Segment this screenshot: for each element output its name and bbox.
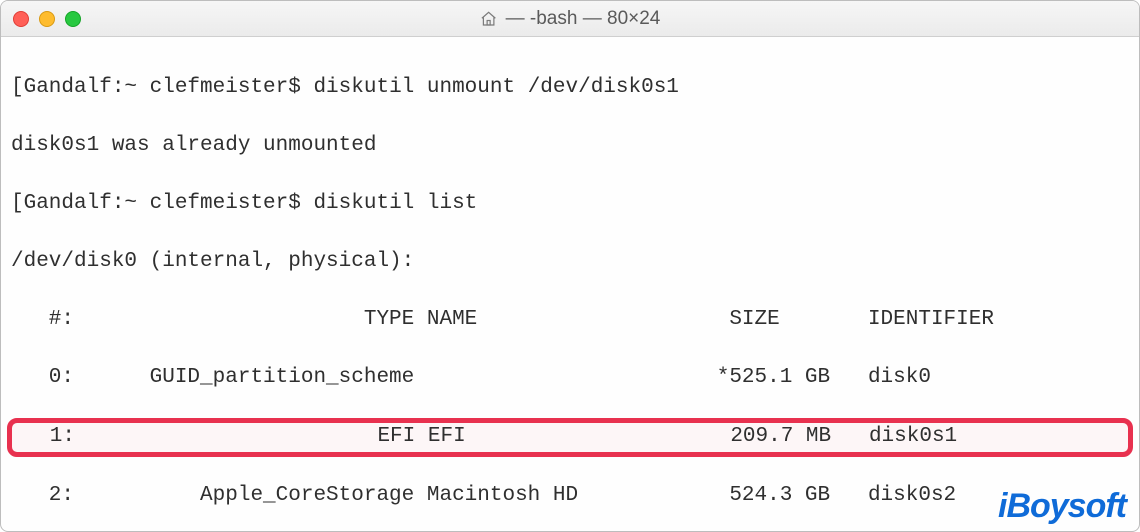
disk-header: /dev/disk0 (internal, physical): [11, 248, 1129, 277]
table-row: 2: Apple_CoreStorage Macintosh HD 524.3 … [11, 482, 1129, 511]
output-line: disk0s1 was already unmounted [11, 132, 1129, 161]
minimize-icon[interactable] [39, 11, 55, 27]
table-header: #: TYPE NAME SIZE IDENTIFIER [11, 306, 1129, 335]
table-row: 0: GUID_partition_scheme *525.1 GB disk0 [11, 364, 1129, 393]
command-text: diskutil unmount /dev/disk0s1 [313, 76, 678, 99]
window-title-text: — -bash — 80×24 [506, 8, 661, 30]
prompt-line: [Gandalf:~ clefmeister$ diskutil unmount… [11, 74, 1129, 103]
table-row: 1: EFI EFI 209.7 MB disk0s1 [12, 423, 1128, 452]
terminal-content[interactable]: [Gandalf:~ clefmeister$ diskutil unmount… [1, 37, 1139, 532]
close-icon[interactable] [13, 11, 29, 27]
prompt-line: [Gandalf:~ clefmeister$ diskutil list [11, 190, 1129, 219]
watermark-logo: iBoysoft [998, 487, 1126, 526]
terminal-window: — -bash — 80×24 [Gandalf:~ clefmeister$ … [0, 0, 1140, 532]
home-icon [480, 10, 498, 28]
highlight-annotation: 1: EFI EFI 209.7 MB disk0s1 [7, 418, 1133, 457]
command-text: diskutil list [313, 192, 477, 215]
titlebar[interactable]: — -bash — 80×24 [1, 1, 1139, 37]
zoom-icon[interactable] [65, 11, 81, 27]
window-title: — -bash — 80×24 [480, 8, 661, 30]
traffic-lights [13, 11, 81, 27]
